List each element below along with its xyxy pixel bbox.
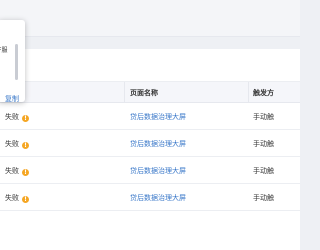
warning-icon[interactable]: !	[22, 142, 29, 149]
popover-scrollbar[interactable]	[15, 44, 18, 80]
table-row: 失败! 贷后数据治理大屏 手动触	[0, 130, 300, 157]
status-text: 失败	[5, 167, 19, 175]
page-name-link[interactable]: 贷后数据治理大屏	[130, 166, 186, 176]
error-popover: F服 复制	[0, 20, 25, 104]
table-row: 失败! 贷后数据治理大屏 手动触	[0, 157, 300, 184]
popover-text: F服	[0, 46, 7, 55]
warning-icon[interactable]: !	[22, 196, 29, 203]
filter-area	[0, 49, 300, 82]
page-name-link[interactable]: 贷后数据治理大屏	[130, 193, 186, 203]
page-name-link[interactable]: 贷后数据治理大屏	[130, 139, 186, 149]
popover-text-line: F服	[0, 47, 8, 54]
status-text: 失败	[5, 194, 19, 202]
warning-icon[interactable]: !	[22, 115, 29, 122]
status-text: 失败	[5, 140, 19, 148]
table-header: 页面名称 触发方	[0, 82, 300, 103]
column-divider	[248, 82, 249, 102]
trigger-cell: 手动触	[253, 167, 274, 175]
status-cell: 失败!	[5, 112, 29, 122]
page-name-link[interactable]: 贷后数据治理大屏	[130, 112, 186, 122]
warning-icon[interactable]: !	[22, 169, 29, 176]
status-cell: 失败!	[5, 166, 29, 176]
column-divider	[124, 82, 125, 102]
table-row: 失败! 贷后数据治理大屏 手动触	[0, 184, 300, 211]
status-cell: 失败!	[5, 193, 29, 203]
trigger-cell: 手动触	[253, 113, 274, 121]
column-header-page-name[interactable]: 页面名称	[130, 88, 158, 98]
top-bar	[0, 0, 300, 37]
status-cell: 失败!	[5, 139, 29, 149]
status-text: 失败	[5, 113, 19, 121]
trigger-cell: 手动触	[253, 140, 274, 148]
table-row: 失败! 贷后数据治理大屏 手动触	[0, 103, 300, 130]
copy-button[interactable]: 复制	[5, 94, 19, 104]
trigger-cell: 手动触	[253, 194, 274, 202]
column-header-trigger[interactable]: 触发方	[253, 88, 274, 98]
